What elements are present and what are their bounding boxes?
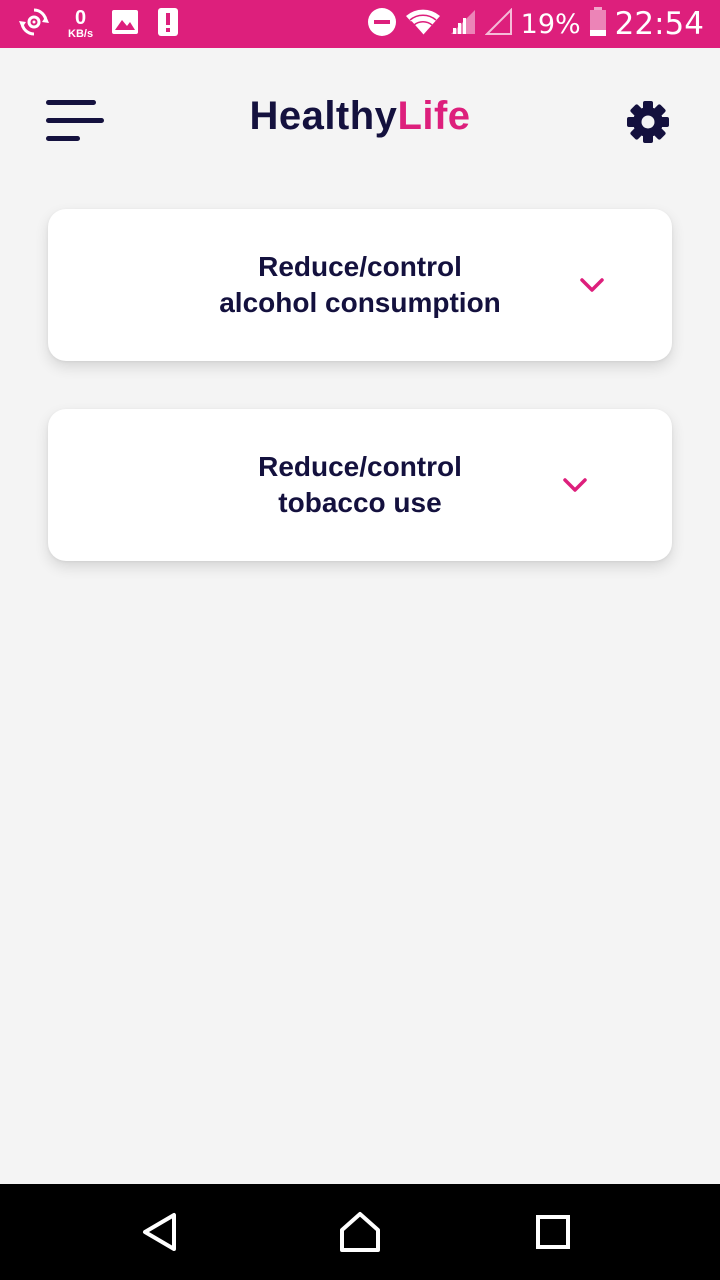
battery-percent: 19% <box>520 8 581 40</box>
data-rate-value: 0 <box>74 7 87 29</box>
battery-icon <box>589 6 607 42</box>
data-rate-unit: KB/s <box>68 28 94 40</box>
signal-icon <box>449 8 477 41</box>
alert-icon <box>157 7 179 42</box>
goal-card-line-2: alcohol consumption <box>219 287 501 318</box>
back-icon[interactable] <box>138 1210 182 1254</box>
chevron-down-icon[interactable] <box>561 471 589 499</box>
chevron-down-icon[interactable] <box>578 271 606 299</box>
home-icon[interactable] <box>338 1210 382 1254</box>
app-title-accent: Life <box>397 94 471 138</box>
recents-icon[interactable] <box>531 1210 575 1254</box>
status-left-group: 0 KB/s <box>18 0 179 48</box>
data-rate-indicator: 0 KB/s <box>68 8 93 40</box>
app-title-main: Healthy <box>249 94 398 138</box>
goal-card-alcohol[interactable]: Reduce/control alcohol consumption <box>48 209 672 361</box>
status-bar: 0 KB/s 19% 22:54 <box>0 0 720 48</box>
goal-card-line-1: Reduce/control <box>258 451 462 482</box>
wifi-icon <box>405 7 441 42</box>
goal-card-text: Reduce/control tobacco use <box>258 449 462 521</box>
settings-button[interactable] <box>626 100 670 144</box>
system-nav-bar <box>0 1184 720 1280</box>
do-not-disturb-icon <box>367 7 397 42</box>
goal-card-tobacco[interactable]: Reduce/control tobacco use <box>48 409 672 561</box>
app-title: HealthyLife <box>0 94 720 139</box>
signal-empty-icon <box>484 7 513 41</box>
goal-card-text: Reduce/control alcohol consumption <box>219 249 501 321</box>
goal-card-line-2: tobacco use <box>278 487 442 518</box>
gear-icon <box>627 101 669 143</box>
status-right-group: 19% 22:54 <box>367 0 704 48</box>
goal-card-line-1: Reduce/control <box>258 251 462 282</box>
status-time: 22:54 <box>614 6 704 42</box>
sync-gear-icon <box>18 6 50 43</box>
image-icon <box>111 8 139 41</box>
app-header: HealthyLife <box>0 48 720 194</box>
app-screen: 0 KB/s 19% 22:54 HealthyLife Reduce/cont… <box>0 0 720 1280</box>
